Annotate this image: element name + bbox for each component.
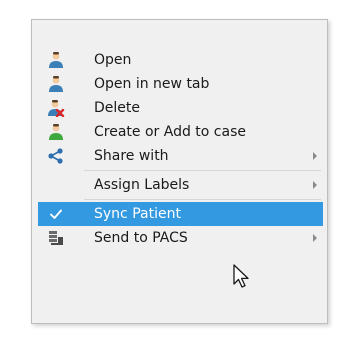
menu-separator bbox=[84, 170, 321, 171]
person-delete-icon bbox=[47, 99, 65, 117]
menu-item-label: Sync Patient bbox=[94, 206, 181, 222]
mouse-cursor-icon bbox=[233, 264, 249, 288]
menu-item-label: Open in new tab bbox=[94, 76, 210, 92]
person-icon bbox=[47, 51, 65, 69]
menu-item-label: Open bbox=[94, 52, 132, 68]
share-icon bbox=[47, 147, 65, 165]
menu-item-create-or-add-to-case[interactable]: Create or Add to case bbox=[38, 120, 323, 144]
person-icon bbox=[47, 75, 65, 93]
menu-item-assign-labels[interactable]: Assign Labels bbox=[38, 173, 323, 197]
submenu-arrow-icon bbox=[313, 181, 317, 189]
menu-item-open[interactable]: Open bbox=[38, 48, 323, 72]
pacs-server-icon bbox=[47, 229, 65, 247]
menu-item-label: Share with bbox=[94, 148, 169, 164]
menu-item-label: Send to PACS bbox=[94, 230, 188, 246]
menu-item-label: Assign Labels bbox=[94, 177, 190, 193]
submenu-arrow-icon bbox=[313, 234, 317, 242]
menu-item-delete[interactable]: Delete bbox=[38, 96, 323, 120]
menu-item-open-in-new-tab[interactable]: Open in new tab bbox=[38, 72, 323, 96]
checkmark-icon bbox=[47, 205, 65, 223]
menu-item-label: Delete bbox=[94, 100, 140, 116]
person-add-icon bbox=[47, 123, 65, 141]
menu-item-send-to-pacs[interactable]: Send to PACS bbox=[38, 226, 323, 250]
menu-item-share-with[interactable]: Share with bbox=[38, 144, 323, 168]
menu-separator bbox=[84, 199, 321, 200]
menu-item-sync-patient[interactable]: Sync Patient bbox=[38, 202, 323, 226]
submenu-arrow-icon bbox=[313, 152, 317, 160]
context-menu: Open Open in new tab Delete Create or Ad… bbox=[31, 19, 328, 324]
menu-item-label: Create or Add to case bbox=[94, 124, 246, 140]
